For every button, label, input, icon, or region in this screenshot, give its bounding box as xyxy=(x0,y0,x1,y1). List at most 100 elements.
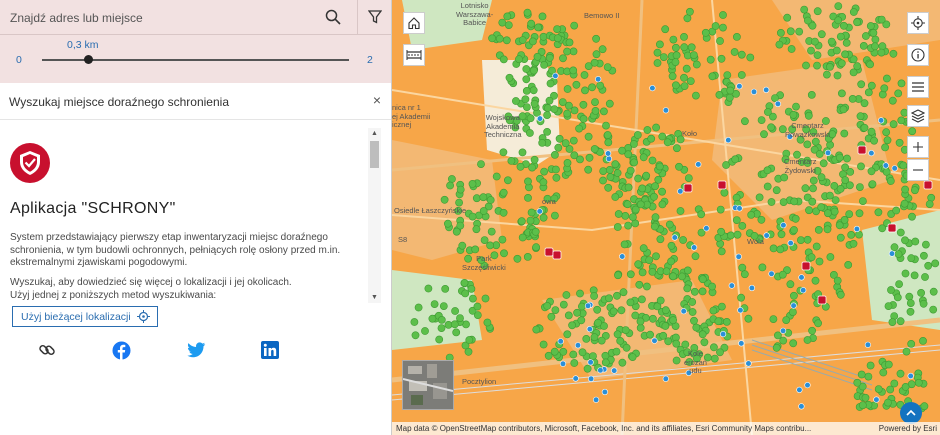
shelter-marker-green xyxy=(636,200,645,209)
shelter-marker-green xyxy=(870,136,878,145)
shelter-marker-red xyxy=(683,183,693,193)
shelter-marker-green xyxy=(539,340,548,349)
shelter-marker-green xyxy=(847,230,856,239)
zoom-in-button[interactable] xyxy=(907,136,929,158)
shelter-marker-green xyxy=(812,242,821,251)
facebook-icon[interactable] xyxy=(111,340,131,360)
shelter-marker-green xyxy=(861,393,870,402)
shelter-marker-blue xyxy=(720,331,727,338)
shelter-marker-green xyxy=(652,252,660,261)
shelter-marker-green xyxy=(691,252,700,261)
shelter-marker-green xyxy=(871,42,879,51)
twitter-icon[interactable] xyxy=(186,340,206,360)
shelter-marker-green xyxy=(579,100,588,109)
shelter-marker-green xyxy=(929,305,938,314)
shelter-marker-green xyxy=(452,227,461,236)
home-button[interactable] xyxy=(403,12,425,34)
shelter-marker-green xyxy=(813,61,821,70)
shelter-marker-green xyxy=(647,134,656,143)
shelter-marker-blue xyxy=(737,307,744,314)
shelter-marker-green xyxy=(689,51,698,59)
use-current-location-button[interactable]: Użyj bieżącej lokalizacji xyxy=(12,306,158,327)
map-view[interactable]: Wojskowa Akademia Techniczna Cmentarz Powąz… xyxy=(392,0,940,435)
shelter-marker-green xyxy=(884,360,893,369)
shelter-marker-blue xyxy=(891,165,898,172)
shelter-marker-green xyxy=(690,316,698,325)
slider-handle[interactable] xyxy=(83,55,93,64)
shelter-marker-green xyxy=(480,236,489,244)
shelter-marker-green xyxy=(889,120,898,129)
shelter-marker-green xyxy=(616,336,625,345)
shelter-marker-green xyxy=(772,343,781,352)
instructions-line-2: Użyj jednej z poniższych metod wyszukiwa… xyxy=(10,289,217,301)
link-icon[interactable] xyxy=(37,340,57,360)
legend-button[interactable] xyxy=(907,76,929,98)
shelter-marker-green xyxy=(594,318,602,327)
layers-button[interactable] xyxy=(907,105,929,127)
shelter-marker-green xyxy=(883,398,892,407)
shelter-marker-green xyxy=(658,132,667,141)
search-input[interactable] xyxy=(8,7,312,29)
shelter-marker-green xyxy=(738,221,747,230)
powered-by-esri[interactable]: Powered by Esri xyxy=(879,422,937,435)
shelter-marker-green xyxy=(648,156,657,165)
scroll-thumb[interactable] xyxy=(370,141,379,168)
shelter-marker-blue xyxy=(868,150,875,157)
shelter-marker-green xyxy=(917,288,925,297)
shelter-marker-green xyxy=(642,171,651,180)
shelter-marker-green xyxy=(803,140,812,149)
linkedin-icon[interactable] xyxy=(260,340,280,360)
shelter-marker-green xyxy=(599,167,608,175)
shelter-marker-green xyxy=(471,245,480,254)
shelter-marker-blue xyxy=(735,253,742,260)
shelter-marker-green xyxy=(458,241,467,250)
shelter-marker-green xyxy=(603,131,612,139)
scroll-down-icon[interactable]: ▼ xyxy=(371,294,378,301)
shelter-marker-green xyxy=(596,81,605,90)
locate-icon xyxy=(911,16,925,30)
shelter-marker-green xyxy=(559,300,568,309)
shelter-marker-green xyxy=(701,28,710,37)
shelter-marker-green xyxy=(908,212,916,221)
shelter-marker-green xyxy=(826,253,835,261)
locate-button[interactable] xyxy=(907,12,929,34)
shelter-marker-green xyxy=(638,184,647,193)
shelter-marker-green xyxy=(533,52,542,61)
shelter-marker-green xyxy=(723,71,732,79)
basemap-toggle[interactable] xyxy=(402,360,454,410)
shelter-marker-green xyxy=(717,227,725,236)
shelter-marker-green xyxy=(626,298,635,307)
info-button[interactable] xyxy=(907,44,929,66)
shelter-marker-green xyxy=(811,276,820,285)
close-icon[interactable]: × xyxy=(373,92,381,108)
zoom-out-button[interactable] xyxy=(907,159,929,181)
zoom-in-icon xyxy=(913,142,923,152)
panel-scrollbar[interactable]: ▲ ▼ xyxy=(368,128,381,303)
shelter-marker-green xyxy=(763,108,772,116)
shelter-marker-green xyxy=(680,73,688,82)
expand-up-button[interactable] xyxy=(900,402,922,424)
shelter-marker-green xyxy=(907,254,916,263)
shelter-marker-blue xyxy=(649,84,656,92)
shelter-marker-green xyxy=(866,60,874,69)
filter-button[interactable] xyxy=(357,0,391,34)
measure-button[interactable] xyxy=(403,44,425,66)
shelter-marker-green xyxy=(807,253,816,262)
shelter-marker-green xyxy=(857,162,865,171)
shelter-marker-green xyxy=(857,80,866,89)
shelter-marker-green xyxy=(858,401,867,410)
shelter-marker-green xyxy=(921,273,929,281)
shelter-marker-blue xyxy=(552,72,559,79)
shelter-marker-blue xyxy=(662,375,669,382)
shelter-marker-green xyxy=(716,205,725,214)
shelter-marker-green xyxy=(606,173,615,181)
shelter-marker-green xyxy=(855,209,864,218)
shelter-marker-green xyxy=(518,148,527,157)
shelter-marker-green xyxy=(634,174,642,183)
shelter-marker-green xyxy=(822,70,831,79)
scroll-up-icon[interactable]: ▲ xyxy=(371,130,378,137)
shelter-marker-green xyxy=(682,64,691,73)
search-button[interactable] xyxy=(316,0,350,34)
shelter-marker-green xyxy=(717,54,726,63)
shelter-marker-green xyxy=(839,105,848,114)
